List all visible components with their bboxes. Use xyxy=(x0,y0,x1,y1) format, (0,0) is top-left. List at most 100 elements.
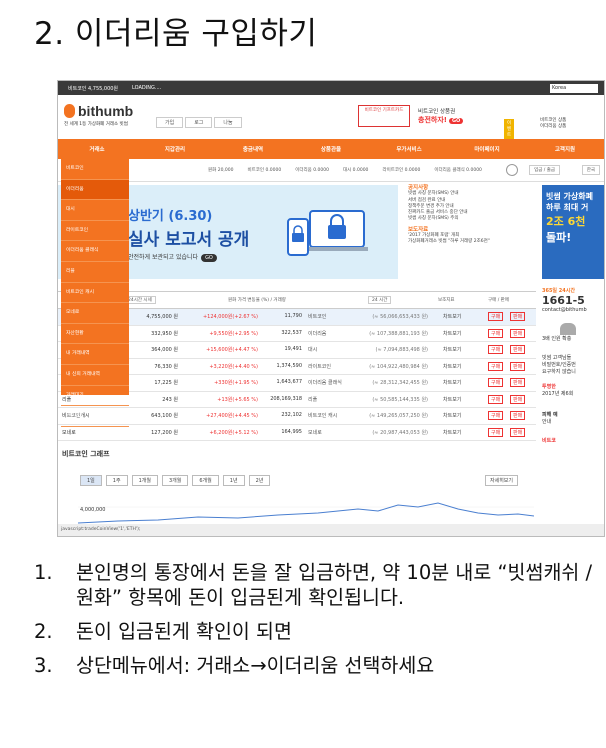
chart-link[interactable]: 차트보기 xyxy=(443,313,461,320)
sell-button[interactable]: 판매 xyxy=(510,361,526,371)
bitcoin-promo[interactable]: 비트코 xyxy=(542,437,604,444)
coin-volume: 164,995 xyxy=(281,428,302,435)
table-row[interactable]: 17,225 원 +330원(+1.95 %) 1,643,677 이더리움 클래식(… xyxy=(58,375,536,392)
sell-button[interactable]: 판매 xyxy=(510,328,526,338)
coin-volume: 11,790 xyxy=(284,313,303,319)
buy-button[interactable]: 구매 xyxy=(488,345,504,354)
change-header: 원화 가격 변동율 (%) / 거래량 xyxy=(228,298,286,303)
dropdown-item[interactable]: 이더리움 xyxy=(61,179,129,201)
nav-services[interactable]: 무가서비스 xyxy=(370,145,448,153)
graph-tab[interactable]: 3개월 xyxy=(161,475,189,486)
sell-button[interactable]: 판매 xyxy=(510,411,526,420)
sell-button[interactable]: 판매 xyxy=(510,312,526,321)
warning-line1: 빗썸 고객님들 xyxy=(542,355,572,361)
chart-link[interactable]: 차트보기 xyxy=(443,363,461,370)
dropdown-item[interactable]: 거래대기 xyxy=(61,386,129,407)
dropdown-item[interactable]: 비트코인 xyxy=(61,159,129,180)
sell-button[interactable]: 판매 xyxy=(510,427,526,437)
buy-button[interactable]: 구매 xyxy=(488,394,504,404)
buy-button[interactable]: 구매 xyxy=(488,312,504,321)
ad-go-badge[interactable]: GO xyxy=(448,118,464,124)
buy-button[interactable]: 구매 xyxy=(488,427,504,437)
sell-button[interactable]: 판매 xyxy=(510,394,526,404)
detail-button[interactable]: 자세히보기 xyxy=(485,475,519,486)
buy-button[interactable]: 구매 xyxy=(488,378,504,387)
chart-link[interactable]: 차트보기 xyxy=(443,412,461,419)
balance-dash: 대시 0.0000 xyxy=(342,168,369,173)
graph-tab[interactable]: 1년 xyxy=(222,475,245,486)
buy-button[interactable]: 구매 xyxy=(488,411,504,420)
nav-products[interactable]: 상품관을 xyxy=(292,145,370,153)
coin-volume: 19,491 xyxy=(284,346,303,352)
coin-total: (≈ 104,922,480,984 원) xyxy=(369,363,428,370)
loading-text: LOADING.... xyxy=(132,85,162,91)
coin-total: (≈ 20,987,443,053 원) xyxy=(372,429,428,436)
right-link-eth[interactable]: 이더리움 상품 xyxy=(540,123,600,129)
gear-icon[interactable] xyxy=(506,164,518,176)
table-row[interactable]: 364,000 원 +15,600원(+4.47 %) 19,491 대시 (≈ 7,0… xyxy=(58,342,536,359)
buy-button[interactable]: 구매 xyxy=(488,361,504,371)
chart-link[interactable]: 차트보기 xyxy=(443,429,461,436)
table-row[interactable]: 332,950 원 +9,550원(+2.95 %) 322,537 이더리움 (≈ 1… xyxy=(58,326,536,342)
nav-wallet[interactable]: 지갑관리 xyxy=(136,145,214,153)
gift-card-ad[interactable]: 비트코인 기프트카드 비트코인 상품권 충전하자! GO 이벤트 xyxy=(358,103,515,139)
bithumb-screenshot: 비트코인 4,755,000원 LOADING.... Korea bithum… xyxy=(57,80,605,537)
header-button-2[interactable]: 나눔 xyxy=(214,117,242,128)
dropdown-item[interactable]: 자산현황 xyxy=(61,324,129,345)
fraud-title[interactable]: 피해 예 xyxy=(542,411,604,418)
dropdown-item[interactable]: 라이트코인 xyxy=(61,221,129,242)
buy-button[interactable]: 구매 xyxy=(488,328,504,338)
promo-title[interactable]: 투명한 xyxy=(542,383,604,390)
chart-link[interactable]: 차트보기 xyxy=(443,379,461,386)
graph-tab[interactable]: 1주 xyxy=(105,475,128,486)
coin-volume: 232,102 xyxy=(281,412,302,418)
sell-button[interactable]: 판매 xyxy=(510,345,526,354)
coin-unit: 이더리움 xyxy=(308,330,327,337)
event-button[interactable]: 이벤트 xyxy=(504,119,515,139)
chart-link[interactable]: 차트보기 xyxy=(443,330,461,337)
balance-eth: 이더리움 0.0000 xyxy=(295,168,329,173)
dropdown-item[interactable]: 이더리움 클래식 xyxy=(61,241,129,262)
graph-tab[interactable]: 2년 xyxy=(248,475,271,486)
nav-mypage[interactable]: 마이페이지 xyxy=(448,145,526,153)
coin-volume: 208,169,318 xyxy=(270,395,302,402)
dropdown-item[interactable]: 비트코인 캐시 xyxy=(61,283,129,304)
period-select[interactable]: 24 시간 xyxy=(368,296,392,304)
graph-tab[interactable]: 1개월 xyxy=(131,475,158,486)
nav-deposit-history[interactable]: 충금내역 xyxy=(214,145,292,153)
coin-change: +13원(+5.65 %) xyxy=(217,396,258,403)
bithumb-logo[interactable]: bithumb xyxy=(64,103,133,119)
chart-link[interactable]: 차트보기 xyxy=(443,346,461,353)
dropdown-item[interactable]: 거래현황 xyxy=(61,406,129,427)
sell-button[interactable]: 판매 xyxy=(510,378,526,387)
banner-go-button[interactable]: GO xyxy=(201,254,217,262)
table-row[interactable]: 4,755,000 원 +124,000원(+2.67 %) 11,790 비트코인(… xyxy=(58,309,536,326)
site-header: bithumb 전 세계 1등 가상화폐 거래소 빗썸 가입 로그 나눔 비트코… xyxy=(58,95,604,139)
dropdown-item[interactable]: 내 신뢰 거래내역 xyxy=(61,365,129,386)
right-ad-banner[interactable]: 빗썸 가상화폐 하루 최대 거 2조 6천 돌파! xyxy=(542,185,604,279)
graph-tab[interactable]: 6개월 xyxy=(192,475,219,486)
coin-change: +15,600원(+4.47 %) xyxy=(206,347,258,353)
table-row[interactable]: 리플 243 원 +13원(+5.65 %) 208,169,318 리플 (≈ 50,5… xyxy=(58,392,536,408)
nav-support[interactable]: 고객지원 xyxy=(526,145,604,153)
dropdown-item[interactable]: 모네로 xyxy=(61,303,129,324)
chart-link[interactable]: 차트보기 xyxy=(443,396,461,403)
press-item[interactable]: 가상화폐거래소 빗썸 "하루 거래량 2조6천" xyxy=(408,239,538,245)
language-select[interactable]: Korea xyxy=(550,83,598,93)
dropdown-item[interactable]: 대시 xyxy=(61,200,129,221)
deposit-withdraw-button[interactable]: 입금 / 출금 xyxy=(529,165,560,175)
dropdown-item[interactable]: 리플 xyxy=(61,262,129,283)
table-row[interactable]: 비트코인캐시 643,100 원 +27,400원(+4.45 %) 232,102 비… xyxy=(58,408,536,425)
support-hours: 365일 24시간 xyxy=(542,288,575,294)
notice-item[interactable]: 빗썸 사칭 문자(SMS) 주의 xyxy=(408,216,538,222)
table-row[interactable]: 76,330 원 +3,220원(+4.40 %) 1,374,590 라이트코인 (≈… xyxy=(58,359,536,375)
nav-exchange[interactable]: 거래소 xyxy=(58,145,136,153)
graph-tab[interactable]: 1일 xyxy=(80,475,102,486)
table-row[interactable]: 모네로 127,200 원 +6,200원(+5.12 %) 164,995 모네로 (≈… xyxy=(58,425,536,441)
header-button-1[interactable]: 로그 xyxy=(185,117,213,128)
korea-button[interactable]: 한국 xyxy=(581,165,600,175)
instruction-steps: 1. 본인명의 통장에서 돈을 잘 입금하면, 약 10분 내로 “빗썸캐쉬 / … xyxy=(34,560,599,687)
header-button-0[interactable]: 가입 xyxy=(156,117,184,128)
dropdown-item[interactable]: 내 거래내역 xyxy=(61,344,129,365)
right-sidebar: 365일 24시간 1661-5 contact@bithumb 3배 인원 확… xyxy=(542,287,604,536)
